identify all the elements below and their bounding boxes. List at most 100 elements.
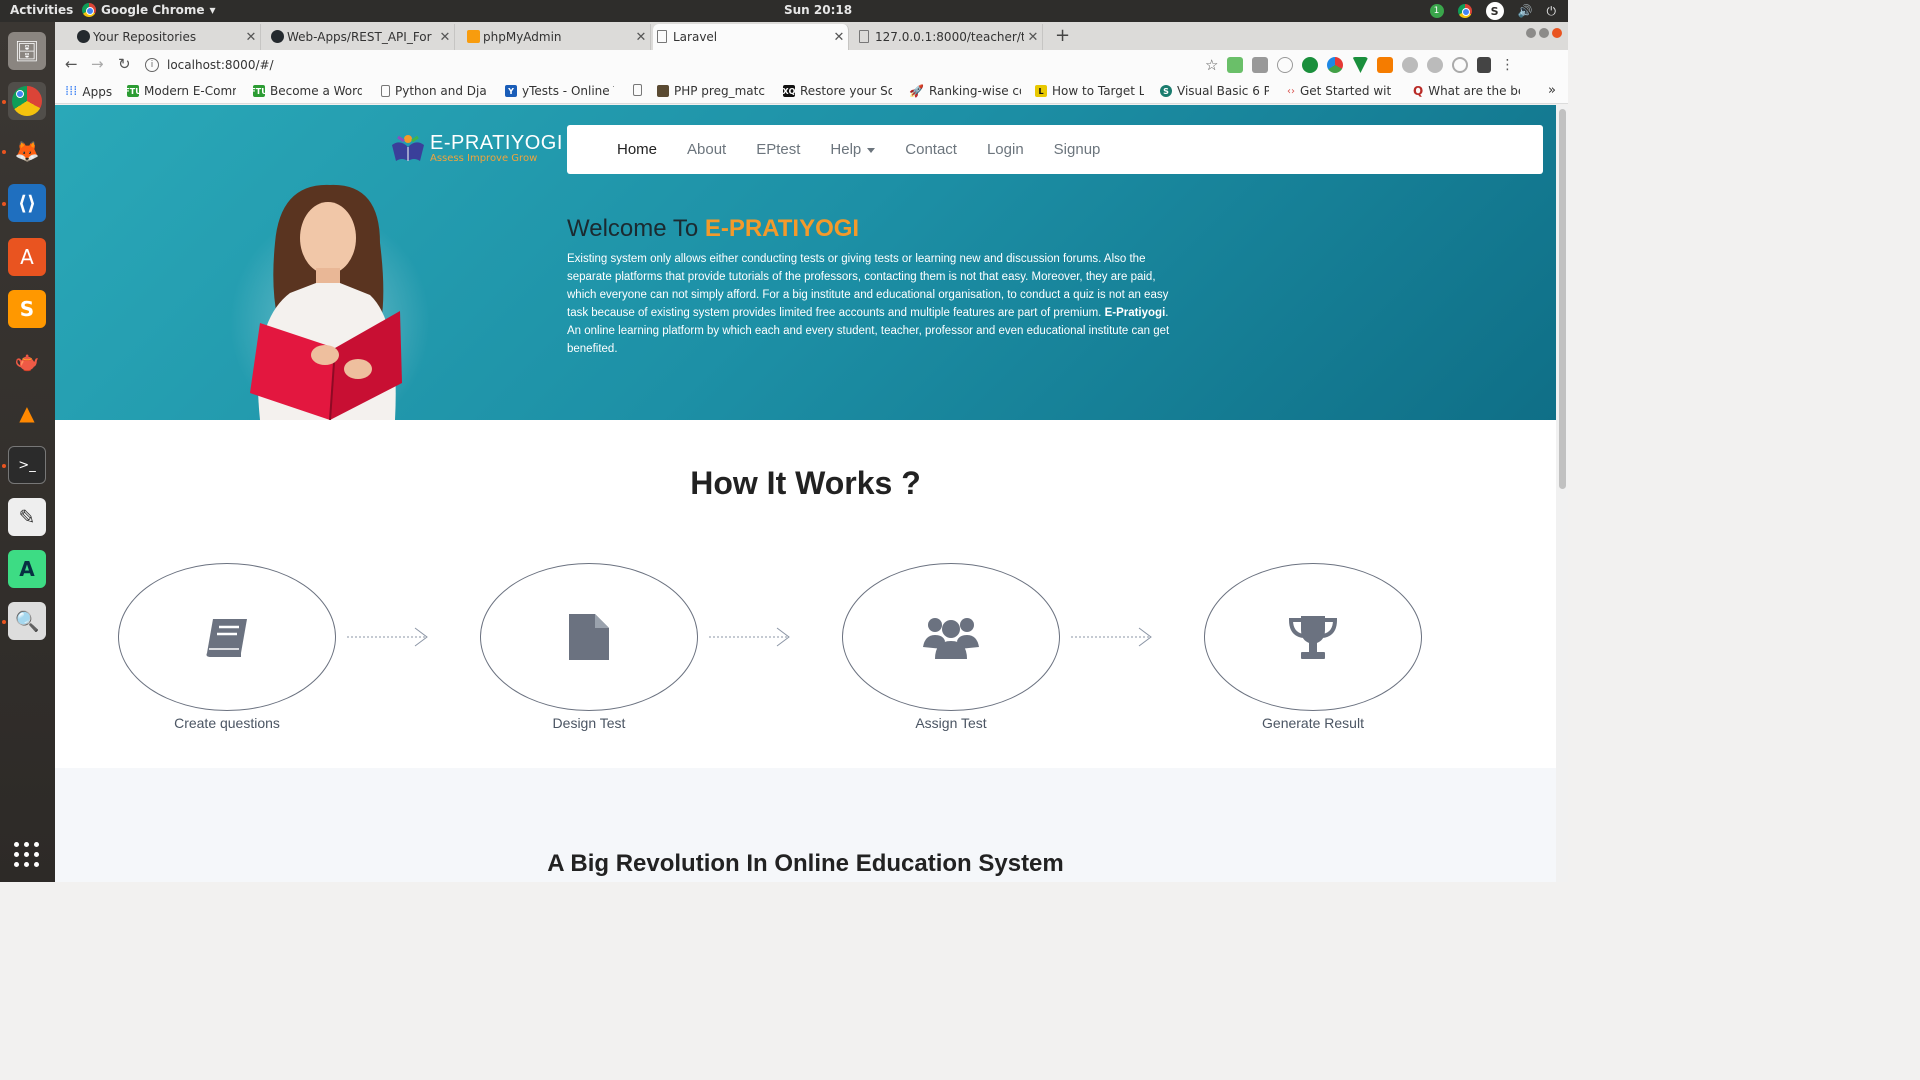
extension-icon[interactable] <box>1427 57 1444 73</box>
skype-tray-icon[interactable]: S <box>1485 2 1504 20</box>
extension-icon[interactable] <box>1302 57 1319 73</box>
close-icon[interactable]: ✕ <box>830 30 848 45</box>
close-icon[interactable]: ✕ <box>436 30 454 45</box>
nav-help-dropdown[interactable]: Help <box>830 141 876 158</box>
arrow-right-icon <box>1071 627 1152 647</box>
nav-signup[interactable]: Signup <box>1054 141 1101 158</box>
extension-icon[interactable] <box>1277 57 1294 73</box>
app-name: Google Chrome <box>101 3 205 17</box>
php-icon <box>657 85 669 97</box>
system-tray: 1 S 🔊 ⏻ <box>1429 2 1557 20</box>
firefox-icon[interactable]: 🦊 <box>8 132 46 170</box>
extension-icon[interactable] <box>1452 57 1469 73</box>
logo-tagline: Assess Improve Grow <box>430 152 538 164</box>
s-circle-icon: S <box>1160 85 1172 97</box>
nav-home[interactable]: Home <box>617 141 657 158</box>
bookmark-item[interactable]: XQ Restore your So <box>783 84 892 98</box>
dock: 🗄 🦊 ⟨⟩ A S 🫖 ▲ >_ ✎ A 🔍 <box>0 22 55 882</box>
close-icon[interactable]: ✕ <box>632 30 650 45</box>
site-logo[interactable]: E-PRATIYOGI Assess Improve Grow <box>390 131 563 165</box>
how-it-works-section: How It Works ? Create questions Design T… <box>55 420 1556 768</box>
bookmark-item[interactable]: FTU Modern E-Comm <box>124 84 236 98</box>
arrow-right-icon <box>709 627 790 647</box>
close-icon[interactable]: ✕ <box>1024 30 1042 45</box>
reload-icon[interactable]: ↻ <box>118 55 131 73</box>
extension-icon[interactable] <box>1252 57 1269 73</box>
tab-laravel[interactable]: Laravel ✕ <box>653 24 849 50</box>
bookmark-item[interactable]: L How to Target L <box>1035 84 1144 98</box>
nav-about[interactable]: About <box>687 141 726 158</box>
step-circle <box>480 563 698 711</box>
nav-help-label: Help <box>830 141 862 158</box>
menu-icon[interactable]: ⋮ <box>1500 57 1514 73</box>
android-studio-icon[interactable]: A <box>8 550 46 588</box>
image-viewer-icon[interactable]: 🔍 <box>8 602 46 640</box>
bookmark-item[interactable]: Python and Djan <box>381 84 487 98</box>
maximize-button[interactable] <box>1539 28 1549 38</box>
app-menu[interactable]: Google Chrome ▾ <box>82 3 216 17</box>
bookmark-item[interactable]: 🚀 Ranking-wise co <box>909 84 1021 98</box>
files-icon[interactable]: 🗄 <box>8 32 46 70</box>
page-scrollbar[interactable] <box>1556 105 1568 882</box>
bookmark-item[interactable] <box>633 84 647 96</box>
power-icon[interactable]: ⏻ <box>1547 4 1557 19</box>
activities-button[interactable]: Activities <box>10 3 73 17</box>
bookmark-apps[interactable]: ⁞⁞⁞ Apps <box>65 84 112 99</box>
quora-icon: Q <box>1413 84 1424 98</box>
terminal-icon[interactable]: >_ <box>8 446 46 484</box>
extension-icon[interactable] <box>1402 57 1419 73</box>
bookmarks-bar: ⁞⁞⁞ Apps FTU Modern E-Comm FTU Become a … <box>55 80 1568 104</box>
teapot-icon[interactable]: 🫖 <box>8 342 46 380</box>
scrollbar-thumb[interactable] <box>1559 109 1566 489</box>
tab-teacher[interactable]: 127.0.0.1:8000/teacher/te ✕ <box>855 24 1043 50</box>
code-icon: ‹› <box>1287 85 1295 97</box>
bookmark-item[interactable]: FTU Become a Word <box>250 84 362 98</box>
chrome-tray-icon[interactable] <box>1457 4 1472 18</box>
bookmark-item[interactable]: PHP preg_match <box>657 84 766 98</box>
nav-contact[interactable]: Contact <box>905 141 957 158</box>
clock[interactable]: Sun 20:18 <box>784 3 852 17</box>
text-editor-icon[interactable]: ✎ <box>8 498 46 536</box>
tab-strip: Your Repositories ✕ Web-Apps/REST_API_Fo… <box>55 22 1568 50</box>
extension-icon[interactable] <box>1327 57 1344 73</box>
extension-icon[interactable] <box>1377 57 1394 73</box>
logo-book-icon <box>392 135 424 161</box>
info-icon[interactable]: i <box>145 58 159 72</box>
bookmark-item[interactable]: S Visual Basic 6 Pr <box>1160 84 1269 98</box>
new-tab-button[interactable]: + <box>1055 25 1070 46</box>
chrome-dock-icon[interactable] <box>8 82 46 120</box>
software-center-icon[interactable]: A <box>8 238 46 276</box>
extension-icon[interactable] <box>1227 57 1244 73</box>
page-icon <box>657 30 667 43</box>
address-bar[interactable]: i localhost:8000/#/ <box>145 53 1185 77</box>
bookmark-item[interactable]: Y yTests - Online T <box>505 84 614 98</box>
nav-login[interactable]: Login <box>987 141 1024 158</box>
sublime-text-icon[interactable]: S <box>8 290 46 328</box>
tab-web-apps[interactable]: Web-Apps/REST_API_For ✕ <box>267 24 455 50</box>
rocket-icon: 🚀 <box>909 84 924 98</box>
notification-badge[interactable]: 1 <box>1429 4 1444 18</box>
nav-eptest[interactable]: EPtest <box>756 141 800 158</box>
bookmark-item[interactable]: Q What are the be <box>1413 84 1520 98</box>
vscode-icon[interactable]: ⟨⟩ <box>8 184 46 222</box>
step-circle <box>118 563 336 711</box>
close-icon[interactable]: ✕ <box>242 30 260 45</box>
profile-avatar[interactable] <box>1477 57 1492 73</box>
vue-devtools-icon[interactable] <box>1352 57 1369 73</box>
minimize-button[interactable] <box>1526 28 1536 38</box>
tab-your-repositories[interactable]: Your Repositories ✕ <box>73 24 261 50</box>
tab-phpmyadmin[interactable]: phpMyAdmin ✕ <box>463 24 651 50</box>
forward-arrow-icon[interactable]: → <box>91 55 104 73</box>
student-with-book-image <box>230 184 430 420</box>
star-icon[interactable]: ☆ <box>1205 56 1218 74</box>
url-text[interactable]: localhost:8000/#/ <box>167 58 274 72</box>
chrome-icon <box>82 3 96 17</box>
revolution-title: A Big Revolution In Online Education Sys… <box>547 850 1064 877</box>
more-bookmarks-icon[interactable]: » <box>1548 83 1556 98</box>
back-arrow-icon[interactable]: ← <box>65 55 78 73</box>
close-window-button[interactable] <box>1552 28 1562 38</box>
show-applications-icon[interactable] <box>14 842 40 868</box>
vlc-icon[interactable]: ▲ <box>8 394 46 432</box>
bookmark-item[interactable]: ‹› Get Started with <box>1287 84 1392 98</box>
volume-icon[interactable]: 🔊 <box>1518 4 1533 18</box>
